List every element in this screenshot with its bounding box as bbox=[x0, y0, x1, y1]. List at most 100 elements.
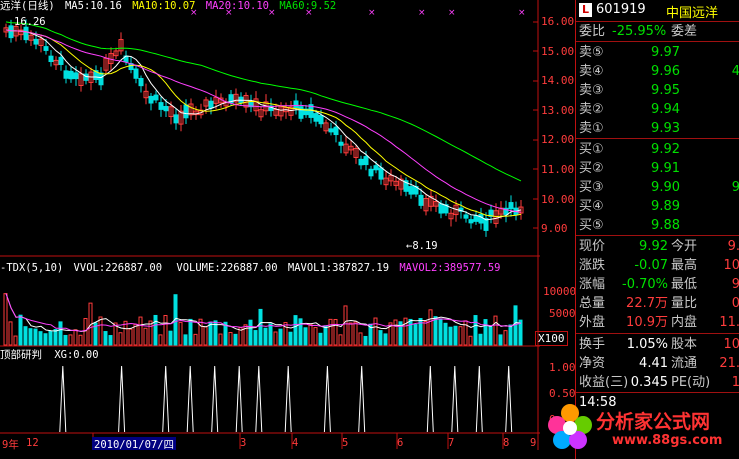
volume-bar bbox=[433, 316, 438, 346]
signal-spike bbox=[186, 365, 194, 433]
volume-bar bbox=[348, 322, 353, 346]
volume-bar bbox=[233, 333, 238, 346]
signal-spike bbox=[211, 365, 219, 433]
candle-body bbox=[148, 95, 154, 104]
date-axis-label: 12 bbox=[26, 437, 39, 449]
signal-spike bbox=[255, 365, 263, 433]
site-watermark: 分析家公式网 www.88gs.com bbox=[540, 397, 739, 459]
fund-row-0-value1: 1.05% bbox=[626, 337, 668, 352]
candle-body bbox=[368, 168, 374, 177]
fund-row-2-label1: 收益(三) bbox=[579, 375, 629, 390]
stat-row-3: 总量 22.7万 量比 0 bbox=[576, 294, 739, 313]
volume-bar bbox=[43, 333, 48, 346]
fund-row-2-label2: PE(动) bbox=[671, 375, 711, 390]
volume-bar bbox=[103, 331, 108, 346]
volume-bar bbox=[3, 293, 8, 346]
stat-row-2: 涨幅 -0.70% 最低 9 bbox=[576, 275, 739, 294]
fund-row-2-value2: 1 bbox=[731, 375, 739, 390]
volume-bar bbox=[148, 320, 153, 346]
sell-level-3-price: 9.95 bbox=[651, 83, 680, 98]
volume-bar bbox=[503, 330, 508, 346]
signal-axis-label-top: 1.00 bbox=[549, 361, 576, 374]
price-axis-label: 15.00 bbox=[541, 44, 575, 58]
stat-row-2-value2: 9 bbox=[731, 277, 739, 292]
top-signal-mark: × bbox=[418, 8, 426, 18]
volume-bar bbox=[428, 309, 433, 346]
volume-unit-badge: X100 bbox=[535, 331, 568, 346]
volume-bar bbox=[83, 318, 88, 346]
sell-level-2-label: 卖② bbox=[579, 102, 604, 117]
kline-chart-area[interactable]: × × × × × × × × 远洋(日线) MA5:10.16 MA10:10.07 MA2… bbox=[0, 0, 576, 459]
top-signal-mark: × bbox=[448, 8, 456, 18]
volume-bar bbox=[443, 322, 448, 346]
volume-bar bbox=[373, 317, 378, 346]
volume-bar bbox=[483, 319, 488, 346]
buy-level-5-label: 买⑤ bbox=[579, 218, 604, 233]
date-axis-label: 3 bbox=[240, 437, 247, 449]
candle-body bbox=[173, 114, 179, 124]
mavol2-value: MAVOL2:389577.59 bbox=[399, 262, 501, 274]
buy-level-4-price: 9.89 bbox=[651, 199, 680, 214]
volume-bar bbox=[338, 334, 343, 346]
volume-bar bbox=[218, 333, 223, 346]
fund-row-1: 净资 4.41 流通 21. bbox=[576, 354, 739, 373]
volume-bar bbox=[158, 334, 163, 346]
price-axis-label: 11.00 bbox=[541, 163, 575, 176]
candle-body bbox=[208, 100, 214, 109]
signal-spike bbox=[426, 365, 434, 433]
bottom-tab-strip[interactable] bbox=[0, 450, 575, 459]
volume-bar bbox=[288, 331, 293, 346]
volume-bar bbox=[458, 326, 463, 346]
candle-body bbox=[358, 158, 364, 166]
candle-body bbox=[183, 104, 189, 119]
volume-bar bbox=[383, 333, 388, 346]
ma10-value: MA10:10.07 bbox=[132, 0, 196, 12]
volume-bar bbox=[263, 327, 268, 346]
volume-indicator-header: -TDX(5,10) VVOL:226887.00 VOLUME:226887.… bbox=[0, 262, 501, 274]
price-axis-label: 12.00 bbox=[541, 133, 575, 147]
volume-bar bbox=[508, 324, 513, 346]
price-axis-label: 14.00 bbox=[541, 74, 575, 88]
candle-body bbox=[463, 214, 469, 219]
candle-body bbox=[438, 203, 444, 214]
buy-level-1: 买① 9.92 bbox=[576, 140, 739, 159]
watermark-url: www.88gs.com bbox=[612, 433, 723, 448]
candle-body bbox=[378, 167, 384, 180]
volume-bar bbox=[8, 321, 13, 346]
signal-spike bbox=[59, 365, 67, 433]
ma10-line bbox=[5, 29, 522, 218]
candle-body bbox=[48, 55, 54, 63]
l2-logo-icon: L bbox=[579, 3, 592, 17]
stock-header[interactable]: L 601919 中国远洋 bbox=[576, 0, 739, 22]
candle-body bbox=[328, 128, 334, 133]
volume-bar bbox=[193, 333, 198, 346]
volume-bar bbox=[448, 326, 453, 346]
volume-bar bbox=[493, 315, 498, 346]
candle-body bbox=[158, 102, 164, 110]
stat-row-0-label1: 现价 bbox=[579, 239, 606, 254]
volume-bar bbox=[33, 328, 38, 346]
xg-value: XG:0.00 bbox=[54, 349, 99, 361]
date-axis-label: 6 bbox=[397, 437, 404, 449]
fund-row-1-label2: 流通 bbox=[671, 356, 698, 371]
stat-row-4-value2: 11. bbox=[719, 315, 739, 330]
volume-bar bbox=[303, 327, 308, 346]
volume-bar bbox=[138, 316, 143, 346]
signal-spike bbox=[505, 365, 513, 433]
date-axis-label: 7 bbox=[448, 437, 455, 449]
candle-body bbox=[8, 25, 14, 39]
kline-chart-canvas[interactable]: × × × × × × × × bbox=[0, 0, 575, 459]
sell-level-2-price: 9.94 bbox=[651, 102, 680, 117]
candle-body bbox=[163, 106, 169, 112]
candle-body bbox=[293, 100, 299, 109]
volume-bar bbox=[133, 323, 138, 346]
stat-row-0-label2: 今开 bbox=[671, 239, 698, 254]
fund-row-2-value1: 0.345 bbox=[630, 375, 668, 390]
fund-row-1-label1: 净资 bbox=[579, 356, 606, 371]
volume-bar bbox=[473, 315, 478, 346]
fund-row-0: 换手 1.05% 股本 10 bbox=[576, 335, 739, 354]
ma20-value: MA20:10.10 bbox=[205, 0, 269, 12]
volume-bar bbox=[28, 328, 33, 346]
ma20-line bbox=[5, 29, 522, 213]
weicha-label: 委差 bbox=[671, 24, 698, 39]
